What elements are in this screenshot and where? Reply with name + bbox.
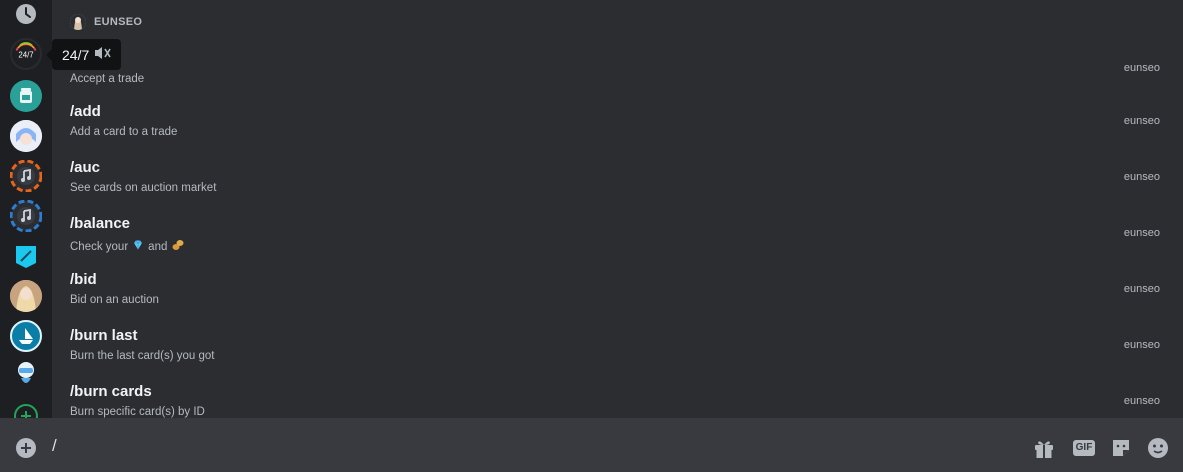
server-music-orange[interactable] [10, 160, 42, 192]
discord-window: 24/7 24/7 EUNSEO Accept a trade eunseo /… [0, 0, 1183, 472]
command-name: /balance [70, 215, 131, 232]
recent-icon[interactable] [10, 0, 42, 30]
command-description: See cards on auction market [70, 182, 217, 194]
panel-header-title: EUNSEO [94, 16, 143, 28]
tooltip-label: 24/7 [62, 46, 90, 63]
panel-header: EUNSEO [70, 13, 142, 31]
server-24-7[interactable]: 24/7 [10, 38, 42, 70]
command-item[interactable]: /auc See cards on auction market eunseo [54, 159, 1183, 215]
server-ship[interactable] [10, 320, 42, 352]
gift-icon[interactable] [1032, 436, 1056, 460]
command-owner: eunseo [1123, 227, 1160, 239]
gif-button[interactable]: GIF [1071, 436, 1097, 460]
command-item[interactable]: Accept a trade eunseo [54, 50, 1183, 106]
bot-avatar-icon [70, 14, 86, 30]
command-description: Accept a trade [70, 73, 145, 85]
command-item[interactable]: /add Add a card to a trade eunseo [54, 103, 1183, 159]
server-anime-girl[interactable] [10, 120, 42, 152]
command-item[interactable]: /balance Check your and eunseo [54, 215, 1183, 271]
command-description: Check your and [70, 238, 185, 255]
gif-label: GIF [1072, 440, 1096, 456]
command-name: /burn last [70, 327, 138, 344]
server-blonde[interactable] [10, 280, 42, 312]
server-rail: 24/7 [0, 0, 52, 472]
peanut-icon [171, 238, 185, 255]
command-name: /add [70, 103, 101, 120]
command-owner: eunseo [1123, 115, 1160, 127]
tooltip-caret [46, 49, 52, 61]
gem-icon [132, 239, 144, 254]
command-description: Bid on an auction [70, 294, 159, 306]
command-name: /bid [70, 271, 97, 288]
command-item[interactable]: /burn cards Burn specific card(s) by ID … [54, 383, 1183, 418]
message-input-bar: GIF [0, 418, 1183, 472]
emoji-icon[interactable] [1146, 436, 1170, 460]
server-music-blue[interactable] [10, 200, 42, 232]
command-name: /burn cards [70, 383, 152, 400]
server-24-7-label: 24/7 [18, 51, 33, 60]
command-description: Add a card to a trade [70, 126, 178, 138]
slash-command-panel: EUNSEO Accept a trade eunseo /add Add a … [54, 0, 1183, 418]
command-owner: eunseo [1123, 283, 1160, 295]
message-input[interactable] [52, 436, 952, 456]
attach-plus-icon[interactable] [16, 438, 36, 458]
command-name: /auc [70, 159, 101, 176]
command-description: Burn the last card(s) you got [70, 350, 215, 362]
command-owner: eunseo [1123, 395, 1160, 407]
server-robot[interactable] [10, 358, 42, 390]
command-owner: eunseo [1123, 62, 1160, 74]
sticker-icon[interactable] [1109, 436, 1133, 460]
command-owner: eunseo [1123, 339, 1160, 351]
server-tooltip: 24/7 [46, 39, 122, 70]
command-description: Burn specific card(s) by ID [70, 406, 205, 418]
command-item[interactable]: /bid Bid on an auction eunseo [54, 271, 1183, 327]
command-owner: eunseo [1123, 171, 1160, 183]
speaker-muted-icon [93, 45, 111, 64]
command-item[interactable]: /burn last Burn the last card(s) you got… [54, 327, 1183, 383]
server-teal[interactable] [10, 80, 42, 112]
server-cyan[interactable] [10, 240, 42, 272]
